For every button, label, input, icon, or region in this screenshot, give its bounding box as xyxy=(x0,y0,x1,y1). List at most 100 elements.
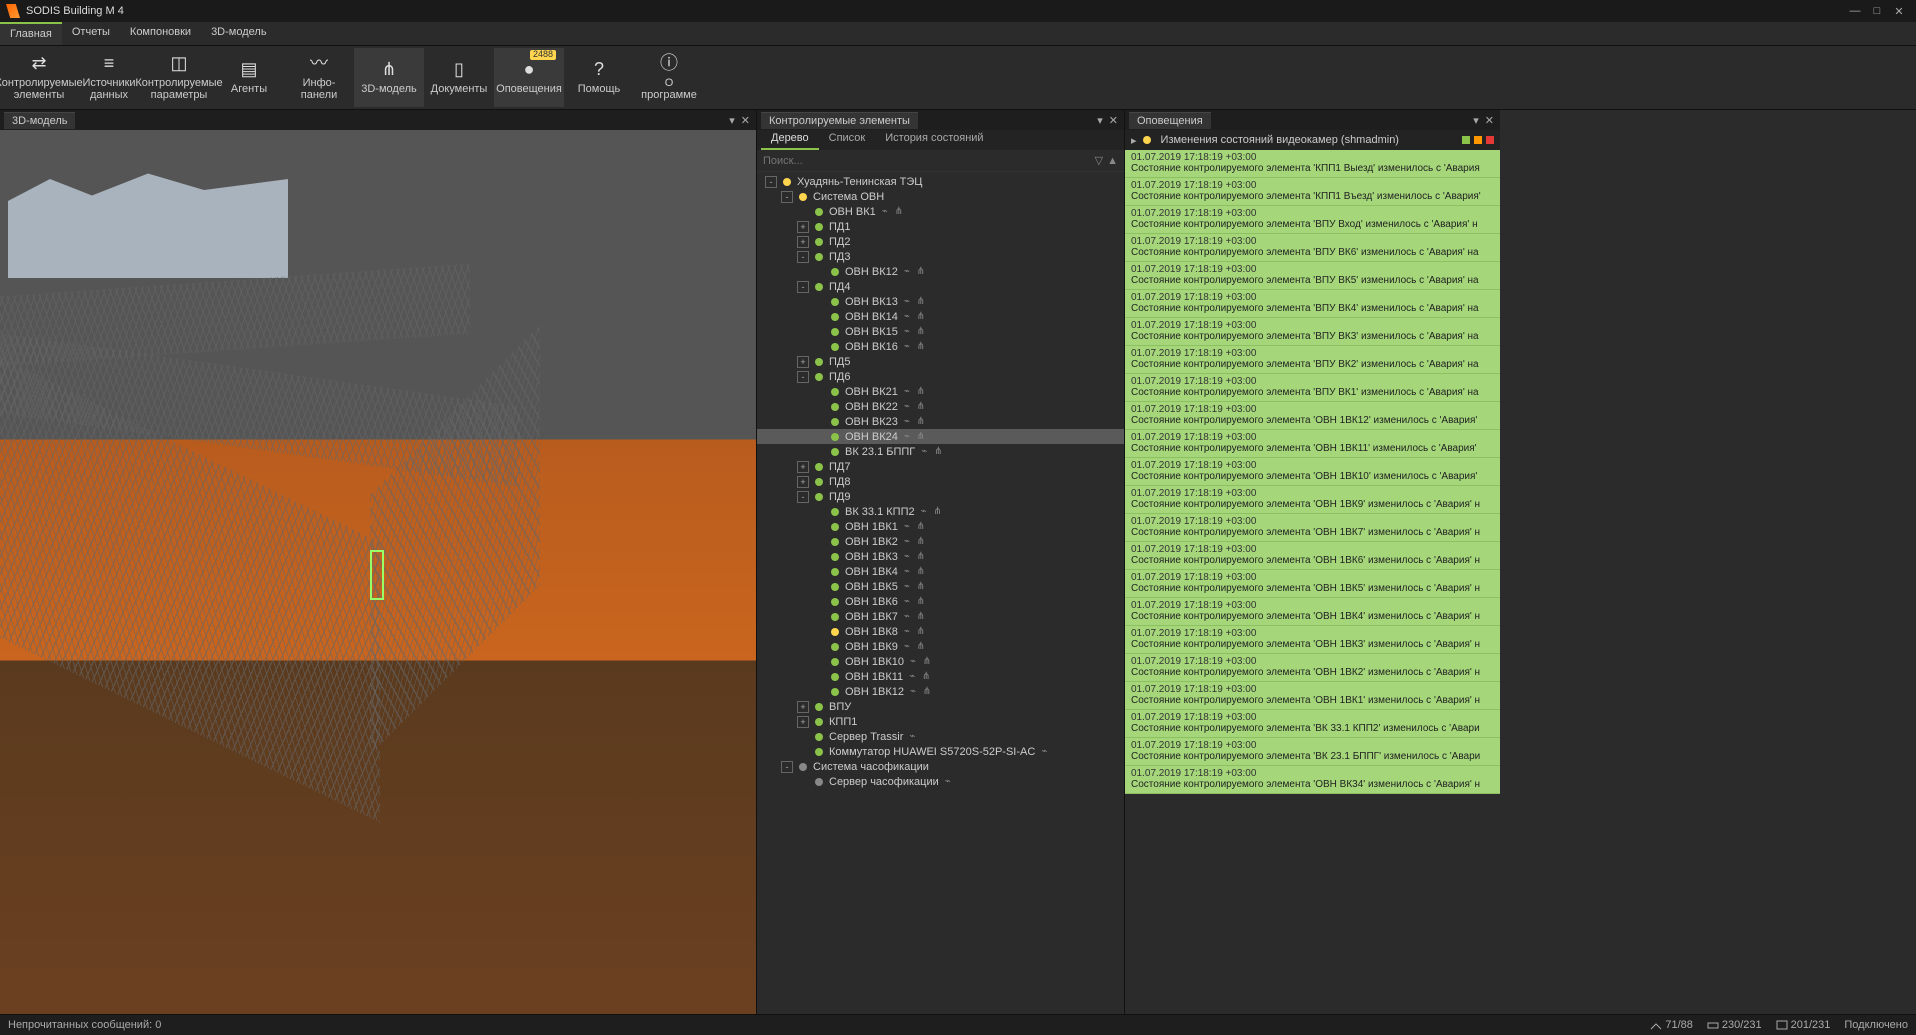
tree-row[interactable]: -ПД9 xyxy=(757,489,1124,504)
tree-actions-icon[interactable]: ⌁ ⋔ xyxy=(904,596,927,607)
subtab[interactable]: Дерево xyxy=(761,130,819,150)
notification-item[interactable]: 01.07.2019 17:18:19 +03:00Состояние конт… xyxy=(1125,514,1500,542)
menu-item[interactable]: 3D-модель xyxy=(201,22,276,45)
tree-row[interactable]: ОВН ВК12⌁ ⋔ xyxy=(757,264,1124,279)
tree-toggle-icon[interactable]: - xyxy=(765,176,777,188)
tree-toggle-icon[interactable]: + xyxy=(797,236,809,248)
tree-row[interactable]: -Система ОВН xyxy=(757,189,1124,204)
tree-actions-icon[interactable]: ⌁ ⋔ xyxy=(882,206,905,217)
tree-toggle-icon[interactable]: + xyxy=(797,461,809,473)
tree-row[interactable]: ОВН 1ВК11⌁ ⋔ xyxy=(757,669,1124,684)
menu-item[interactable]: Отчеты xyxy=(62,22,120,45)
notification-item[interactable]: 01.07.2019 17:18:19 +03:00Состояние конт… xyxy=(1125,234,1500,262)
tree-toggle-icon[interactable]: - xyxy=(797,251,809,263)
notification-item[interactable]: 01.07.2019 17:18:19 +03:00Состояние конт… xyxy=(1125,738,1500,766)
color-chip-red[interactable] xyxy=(1486,136,1494,144)
tree-row[interactable]: ОВН 1ВК3⌁ ⋔ xyxy=(757,549,1124,564)
tree-row[interactable]: +ПД2 xyxy=(757,234,1124,249)
ribbon-button[interactable]: ●Оповещения2488 xyxy=(494,48,564,107)
tree-row[interactable]: ОВН 1ВК10⌁ ⋔ xyxy=(757,654,1124,669)
panel-menu-icon[interactable]: ▾ xyxy=(729,114,735,127)
tree-actions-icon[interactable]: ⌁ ⋔ xyxy=(904,581,927,592)
tree-panel-tab[interactable]: Контролируемые элементы xyxy=(761,112,918,129)
notification-item[interactable]: 01.07.2019 17:18:19 +03:00Состояние конт… xyxy=(1125,710,1500,738)
menu-item[interactable]: Главная xyxy=(0,22,62,45)
tree-toggle-icon[interactable]: - xyxy=(781,191,793,203)
ribbon-button[interactable]: ⇄Контролируемые элементы xyxy=(4,48,74,107)
menu-item[interactable]: Компоновки xyxy=(120,22,201,45)
tree-row[interactable]: ОВН 1ВК7⌁ ⋔ xyxy=(757,609,1124,624)
tree-actions-icon[interactable]: ⌁ ⋔ xyxy=(910,656,933,667)
notification-item[interactable]: 01.07.2019 17:18:19 +03:00Состояние конт… xyxy=(1125,486,1500,514)
tree-row[interactable]: Сервер Trassir⌁ xyxy=(757,729,1124,744)
tree-row[interactable]: +КПП1 xyxy=(757,714,1124,729)
ribbon-button[interactable]: ?Помощь xyxy=(564,48,634,107)
tree-row[interactable]: ОВН 1ВК4⌁ ⋔ xyxy=(757,564,1124,579)
notification-item[interactable]: 01.07.2019 17:18:19 +03:00Состояние конт… xyxy=(1125,206,1500,234)
tree-actions-icon[interactable]: ⌁ ⋔ xyxy=(921,506,944,517)
notification-item[interactable]: 01.07.2019 17:18:19 +03:00Состояние конт… xyxy=(1125,542,1500,570)
tree-row[interactable]: ОВН 1ВК1⌁ ⋔ xyxy=(757,519,1124,534)
notification-item[interactable]: 01.07.2019 17:18:19 +03:00Состояние конт… xyxy=(1125,654,1500,682)
tree-row[interactable]: ОВН 1ВК6⌁ ⋔ xyxy=(757,594,1124,609)
ribbon-button[interactable]: ▯Документы xyxy=(424,48,494,107)
tree-toggle-icon[interactable]: + xyxy=(797,221,809,233)
tree-row[interactable]: ОВН ВК22⌁ ⋔ xyxy=(757,399,1124,414)
tree-row[interactable]: ОВН 1ВК9⌁ ⋔ xyxy=(757,639,1124,654)
tree-toggle-icon[interactable]: - xyxy=(781,761,793,773)
notification-item[interactable]: 01.07.2019 17:18:19 +03:00Состояние конт… xyxy=(1125,178,1500,206)
notification-item[interactable]: 01.07.2019 17:18:19 +03:00Состояние конт… xyxy=(1125,262,1500,290)
tree-row[interactable]: ВК 23.1 БППГ⌁ ⋔ xyxy=(757,444,1124,459)
tree-row[interactable]: ОВН ВК24⌁ ⋔ xyxy=(757,429,1124,444)
sort-icon[interactable]: ▲ xyxy=(1107,155,1118,167)
search-input[interactable] xyxy=(763,155,1091,167)
ribbon-button[interactable]: ◫Контролируемые параметры xyxy=(144,48,214,107)
notif-panel-tab[interactable]: Оповещения xyxy=(1129,112,1211,129)
notification-item[interactable]: 01.07.2019 17:18:19 +03:00Состояние конт… xyxy=(1125,458,1500,486)
notification-item[interactable]: 01.07.2019 17:18:19 +03:00Состояние конт… xyxy=(1125,766,1500,794)
tree-actions-icon[interactable]: ⌁ ⋔ xyxy=(921,446,944,457)
tree-row[interactable]: ОВН ВК13⌁ ⋔ xyxy=(757,294,1124,309)
tree-actions-icon[interactable]: ⌁ xyxy=(945,776,953,787)
tree-row[interactable]: ОВН ВК21⌁ ⋔ xyxy=(757,384,1124,399)
notification-item[interactable]: 01.07.2019 17:18:19 +03:00Состояние конт… xyxy=(1125,318,1500,346)
tree-actions-icon[interactable]: ⌁ ⋔ xyxy=(904,266,927,277)
tree-actions-icon[interactable]: ⌁ ⋔ xyxy=(904,326,927,337)
color-chip-orange[interactable] xyxy=(1474,136,1482,144)
filter-icon[interactable]: ▽ xyxy=(1095,154,1103,167)
tree-actions-icon[interactable]: ⌁ ⋔ xyxy=(910,686,933,697)
tree-toggle-icon[interactable]: - xyxy=(797,371,809,383)
panel-close-icon[interactable]: ✕ xyxy=(1109,114,1118,127)
tree-row[interactable]: +ПД8 xyxy=(757,474,1124,489)
tree-row[interactable]: +ПД5 xyxy=(757,354,1124,369)
tree-row[interactable]: ОВН ВК15⌁ ⋔ xyxy=(757,324,1124,339)
notification-item[interactable]: 01.07.2019 17:18:19 +03:00Состояние конт… xyxy=(1125,570,1500,598)
tree-row[interactable]: -ПД4 xyxy=(757,279,1124,294)
color-chip-green[interactable] xyxy=(1462,136,1470,144)
close-button[interactable]: ✕ xyxy=(1888,3,1910,19)
panel-close-icon[interactable]: ✕ xyxy=(1485,114,1494,127)
subtab[interactable]: История состояний xyxy=(875,130,993,150)
tree-actions-icon[interactable]: ⌁ ⋔ xyxy=(904,626,927,637)
tree-row[interactable]: ОВН ВК14⌁ ⋔ xyxy=(757,309,1124,324)
notification-item[interactable]: 01.07.2019 17:18:19 +03:00Состояние конт… xyxy=(1125,402,1500,430)
tree-actions-icon[interactable]: ⌁ ⋔ xyxy=(904,386,927,397)
tree-actions-icon[interactable]: ⌁ ⋔ xyxy=(904,611,927,622)
ribbon-button[interactable]: ≡Источники данных xyxy=(74,48,144,107)
tree-view[interactable]: -Хуадянь-Тенинская ТЭЦ-Система ОВН ОВН ВК… xyxy=(757,172,1124,1014)
tree-actions-icon[interactable]: ⌁ xyxy=(1041,746,1049,757)
chevron-right-icon[interactable]: ▸ xyxy=(1131,134,1137,147)
tree-row[interactable]: Коммутатор HUAWEI S5720S-52P-SI-AC⌁ xyxy=(757,744,1124,759)
subtab[interactable]: Список xyxy=(819,130,876,150)
ribbon-button[interactable]: ▤Агенты xyxy=(214,48,284,107)
notification-item[interactable]: 01.07.2019 17:18:19 +03:00Состояние конт… xyxy=(1125,290,1500,318)
tree-row[interactable]: +ВПУ xyxy=(757,699,1124,714)
tree-row[interactable]: ОВН 1ВК2⌁ ⋔ xyxy=(757,534,1124,549)
panel-menu-icon[interactable]: ▾ xyxy=(1097,114,1103,127)
viewport-tab[interactable]: 3D-модель xyxy=(4,112,75,129)
notification-item[interactable]: 01.07.2019 17:18:19 +03:00Состояние конт… xyxy=(1125,346,1500,374)
tree-row[interactable]: -Хуадянь-Тенинская ТЭЦ xyxy=(757,174,1124,189)
tree-row[interactable]: ОВН 1ВК8⌁ ⋔ xyxy=(757,624,1124,639)
tree-actions-icon[interactable]: ⌁ ⋔ xyxy=(904,521,927,532)
tree-toggle-icon[interactable]: + xyxy=(797,356,809,368)
